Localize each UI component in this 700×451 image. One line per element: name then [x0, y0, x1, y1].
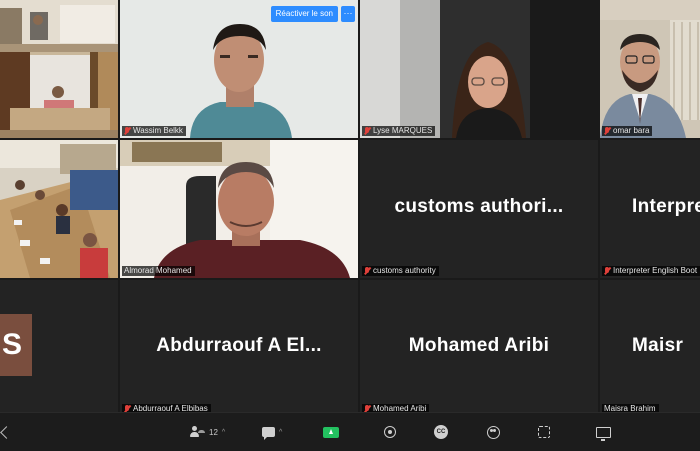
- record-icon: [384, 426, 396, 438]
- video-tile-omar[interactable]: omar bara: [600, 0, 700, 138]
- collapse-toolbar-button[interactable]: [0, 413, 13, 451]
- share-screen-icon: [323, 426, 339, 438]
- participant-label: Lyse MARQUES: [362, 126, 436, 136]
- record-button[interactable]: [384, 413, 396, 451]
- mic-muted-icon: [124, 127, 130, 135]
- participant-name: Almorad Mohamed: [124, 266, 192, 275]
- unmute-button[interactable]: Réactiver le son: [270, 6, 338, 22]
- participant-display-name: Interpre: [632, 195, 700, 217]
- video-tile-interpreter[interactable]: Interpre Interpreter English Boot: [600, 140, 700, 278]
- participant-label: Almorad Mohamed: [122, 266, 195, 276]
- mic-muted-icon: [604, 127, 610, 135]
- reactions-icon: [487, 425, 500, 439]
- more-options-button[interactable]: ···: [341, 6, 355, 22]
- video-tile-abdurraouf[interactable]: Abdurraouf A El... Abdurraouf A Elbibas: [120, 280, 358, 416]
- room-table-video: [0, 140, 118, 278]
- whiteboard-button[interactable]: [596, 413, 611, 451]
- video-tile-wassim[interactable]: Réactiver le son ··· Wassim Belkk: [120, 0, 358, 138]
- chat-button[interactable]: ^: [262, 413, 282, 451]
- participant-display-name: Maisr: [632, 334, 684, 356]
- apps-icon: [538, 426, 550, 438]
- participant-display-name: Mohamed Aribi: [408, 334, 550, 356]
- video-tile-s-user[interactable]: S: [0, 280, 118, 416]
- share-screen-button[interactable]: [323, 413, 339, 451]
- participants-button[interactable]: 12 ^: [190, 413, 225, 451]
- participant-display-name: Abdurraouf A El...: [156, 334, 322, 356]
- participant-label: omar bara: [602, 126, 653, 136]
- participant-label: Wassim Belkk: [122, 126, 186, 136]
- participants-icon: [190, 426, 206, 438]
- room-video: [0, 0, 118, 138]
- participant-name: Wassim Belkk: [133, 126, 183, 135]
- captions-button[interactable]: CC: [434, 413, 448, 451]
- video-tile-customs[interactable]: customs authori... customs authority: [360, 140, 598, 278]
- video-tile-room-bottom[interactable]: [0, 140, 118, 278]
- participant-name: Interpreter English Boot: [613, 266, 698, 275]
- participants-count: 12: [209, 427, 218, 437]
- caret-up-icon[interactable]: ^: [279, 429, 282, 436]
- reactions-button[interactable]: [487, 413, 500, 451]
- video-tile-aribi[interactable]: Mohamed Aribi Mohamed Aribi: [360, 280, 598, 416]
- participant-label: customs authority: [362, 266, 439, 276]
- avatar: S: [0, 314, 32, 376]
- video-tile-maisra[interactable]: Maisr Maisra Brahim: [600, 280, 700, 416]
- participant-label: Interpreter English Boot: [602, 266, 700, 276]
- chat-icon: [262, 427, 275, 440]
- participant-display-name: customs authori...: [394, 195, 564, 217]
- captions-icon: CC: [434, 425, 448, 439]
- participant-name: customs authority: [373, 266, 436, 275]
- chevron-left-icon: [0, 425, 13, 439]
- whiteboard-icon: [596, 426, 611, 441]
- mic-muted-icon: [364, 267, 370, 275]
- participant-name: omar bara: [613, 126, 650, 135]
- caret-up-icon[interactable]: ^: [222, 429, 225, 436]
- video-grid: Réactiver le son ··· Wassim Belkk Lyse M…: [0, 0, 700, 416]
- mic-muted-icon: [604, 267, 610, 275]
- apps-button[interactable]: [538, 413, 550, 451]
- omar-video: [600, 0, 700, 138]
- lyse-video: [360, 0, 598, 138]
- meeting-toolbar: 12 ^ ^ CC: [0, 412, 700, 451]
- mic-muted-icon: [364, 127, 370, 135]
- participant-name: Lyse MARQUES: [373, 126, 433, 135]
- video-tile-lyse[interactable]: Lyse MARQUES: [360, 0, 598, 138]
- video-tile-almorad[interactable]: Almorad Mohamed: [120, 140, 358, 278]
- video-tile-room-top[interactable]: [0, 0, 118, 138]
- almorad-video: [120, 140, 358, 278]
